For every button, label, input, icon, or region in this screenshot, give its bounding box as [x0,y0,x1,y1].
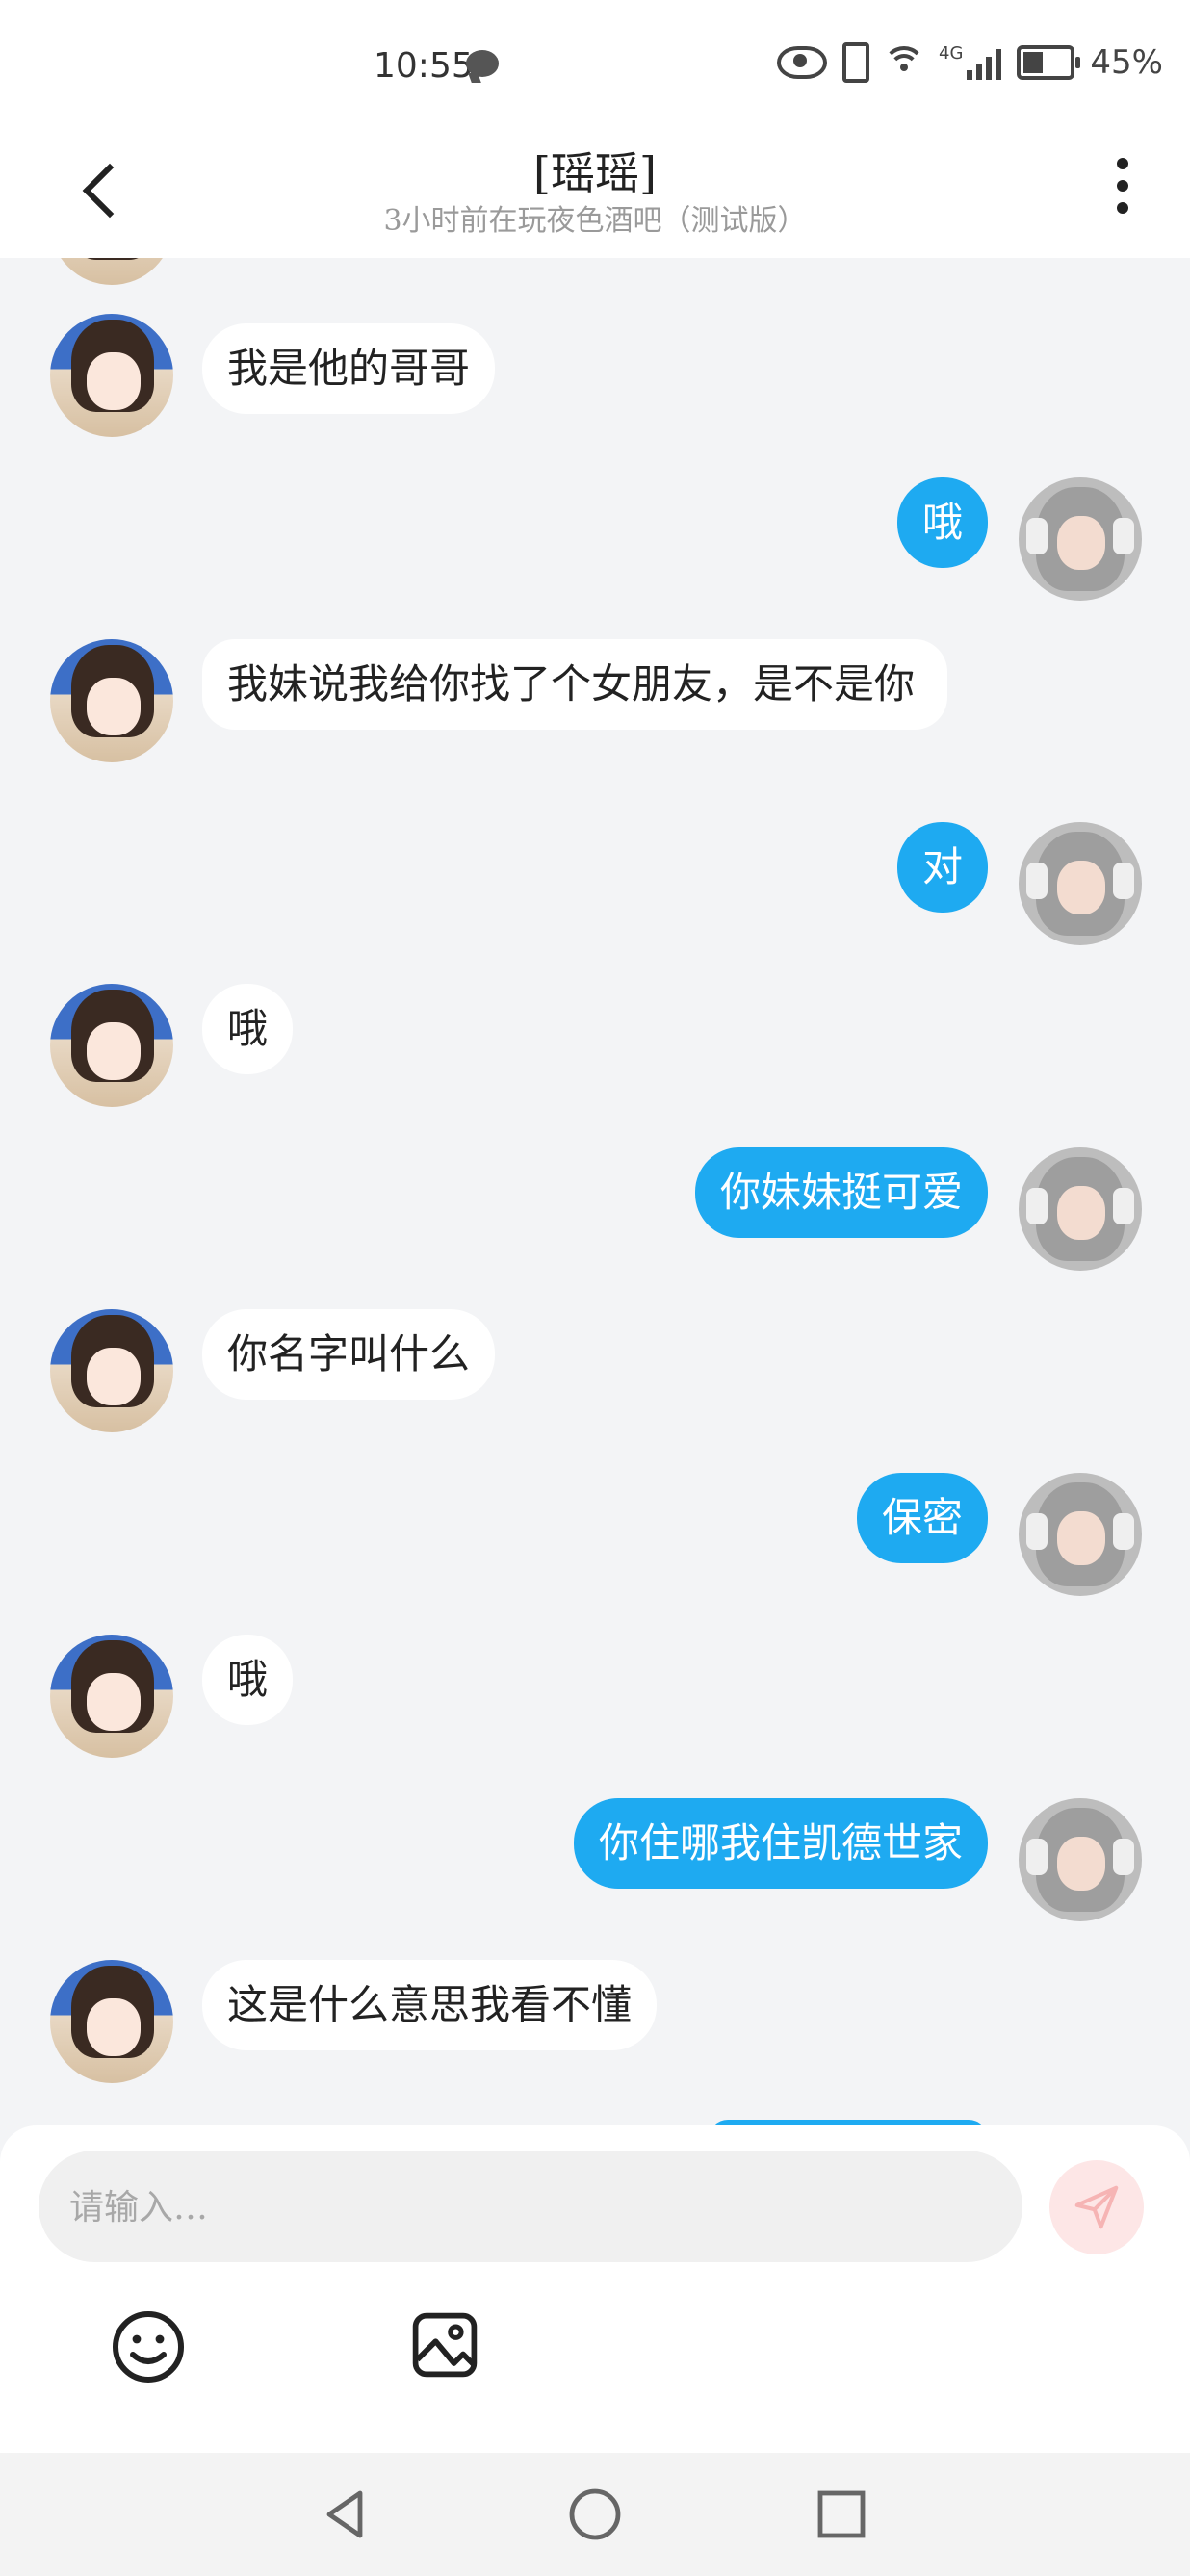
vibrate-icon [842,42,870,83]
message-notification-icon [466,50,499,77]
nav-home-icon[interactable] [566,2486,624,2543]
message-bubble-outgoing[interactable]: 保密 [856,1473,988,1563]
wifi-icon [883,46,926,79]
avatar[interactable] [1019,1147,1142,1271]
chat-subtitle: 3小时前在玩夜色酒吧（测试版） [383,204,807,238]
avatar[interactable] [1019,1798,1142,1921]
nav-recent-icon[interactable] [813,2486,870,2543]
avatar[interactable] [1019,822,1142,945]
message-list[interactable]: 我是他的哥哥 哦 我妹说我给你找了个女朋友，是不是你 对 哦 你妹妹挺可爱 你名… [0,258,1190,2125]
system-nav-bar [0,2453,1190,2576]
avatar[interactable] [50,984,173,1107]
avatar[interactable] [50,1960,173,2083]
message-input-container [39,2151,1022,2264]
more-vertical-icon[interactable] [1113,158,1132,225]
status-bar: 10:55 4G 45% [0,0,1190,133]
nav-back-icon[interactable] [318,2486,375,2543]
message-bubble-incoming[interactable]: 我妹说我给你找了个女朋友，是不是你 [202,639,947,730]
avatar[interactable] [50,639,173,762]
chat-title: [瑶瑶] [533,147,657,199]
image-icon[interactable] [408,2308,485,2385]
message-bubble-incoming[interactable]: 这是什么意思我看不懂 [202,1960,658,2050]
avatar[interactable] [50,258,173,285]
avatar[interactable] [1019,477,1142,601]
message-bubble-outgoing[interactable]: 哦 [896,477,988,568]
message-bubble-outgoing[interactable]: 你住哪我住凯德世家 [573,1798,988,1889]
emoji-icon[interactable] [110,2308,187,2385]
message-bubble-outgoing[interactable]: 对 [896,822,988,913]
message-bubble-incoming[interactable]: 你名字叫什么 [202,1309,496,1400]
composer [0,2125,1190,2453]
chat-header: [瑶瑶] 3小时前在玩夜色酒吧（测试版） [0,133,1190,258]
message-bubble-incoming[interactable]: 我是他的哥哥 [202,323,496,414]
battery-percent: 45% [1090,43,1163,82]
status-time: 10:55 [374,46,474,86]
battery-icon [1017,45,1081,80]
message-bubble-outgoing[interactable]: 你妹妹挺可爱 [694,1147,988,1238]
message-input[interactable] [67,2151,996,2264]
avatar[interactable] [50,1635,173,1758]
signal-icon: 4G [939,43,1002,80]
avatar[interactable] [50,1309,173,1432]
network-type: 4G [939,43,964,64]
message-bubble-incoming[interactable]: 哦 [202,984,294,1074]
send-icon[interactable] [1049,2160,1144,2254]
avatar[interactable] [50,314,173,437]
message-bubble-incoming[interactable]: 哦 [202,1635,294,1725]
eye-icon [777,46,828,79]
avatar[interactable] [1019,1473,1142,1596]
status-icons: 4G 45% [777,42,1163,83]
